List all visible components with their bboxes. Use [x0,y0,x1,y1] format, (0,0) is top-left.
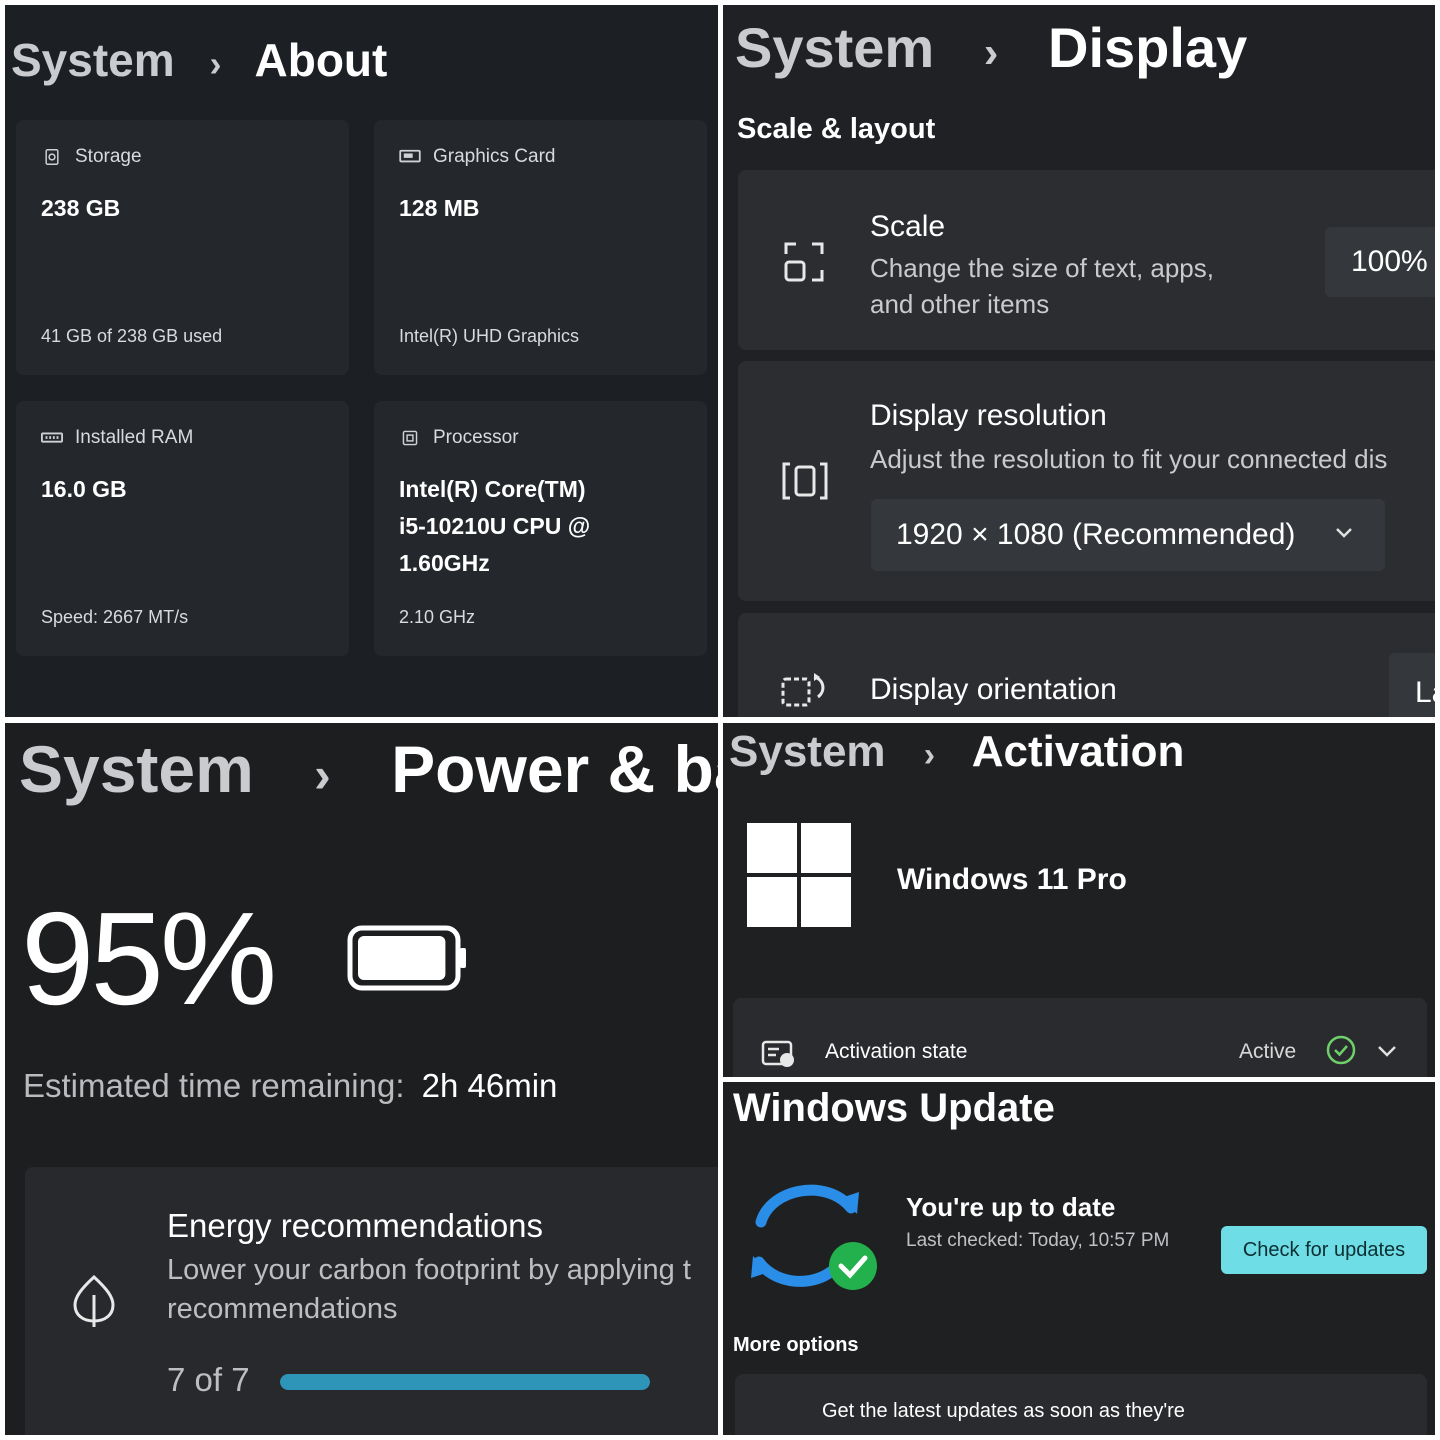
graphics-card-value: 128 MB [399,195,480,221]
chevron-right-icon: › [923,736,936,774]
energy-recommendations-row[interactable]: Energy recommendations Lower your carbon… [25,1167,718,1435]
activation-state-value: Active [1239,1040,1297,1063]
processor-value: Intel(R) Core(TM) i5-10210U CPU @ 1.60GH… [399,471,689,582]
breadcrumb: System › Activation [729,727,1184,777]
page-title: Display [1048,16,1248,79]
resolution-dropdown[interactable]: 1920 × 1080 (Recommended) [871,499,1385,571]
processor-value-line: Intel(R) Core(TM) [399,476,586,502]
breadcrumb-root[interactable]: System [735,16,934,79]
scale-icon [784,242,824,282]
resolution-desc: Adjust the resolution to fit your connec… [870,444,1388,474]
power-panel: System › Power & bat 95% Estimated time … [5,723,718,1435]
breadcrumb: System › Display [735,15,1247,80]
processor-icon [402,430,418,446]
activation-state-row[interactable]: Activation state Active [733,998,1427,1077]
estimated-time: Estimated time remaining: 2h 46min [23,1067,557,1105]
breadcrumb-root[interactable]: System [19,732,254,806]
scale-title: Scale [870,210,946,243]
orientation-icon [781,673,825,707]
breadcrumb-root[interactable]: System [11,34,175,86]
energy-title: Energy recommendations [167,1207,544,1244]
breadcrumb: System › Power & bat [19,731,718,807]
page-title: Windows Update [733,1086,1055,1130]
storage-sub: 41 GB of 238 GB used [41,326,223,346]
processor-label: Processor [433,427,519,448]
ram-icon [41,432,63,443]
battery-icon [347,925,466,991]
resolution-value: 1920 × 1080 (Recommended) [896,518,1296,551]
breadcrumb: System › About [11,33,387,87]
battery-percent: 95% [21,885,277,1032]
scale-row[interactable]: Scale Change the size of text, apps, and… [738,170,1435,350]
orientation-row[interactable]: Display orientation La [738,613,1435,717]
resolution-row[interactable]: Display resolution Adjust the resolution… [738,361,1435,601]
graphics-card-icon [399,149,421,163]
activation-panel: System › Activation Windows 11 Pro Activ… [723,723,1435,1077]
windows-logo-icon [747,823,851,927]
page-title: About [254,34,388,86]
scale-desc: Change the size of text, apps, and other… [870,253,1214,319]
windows-edition: Windows 11 Pro [897,863,1127,896]
estimated-time-label: Estimated time remaining: [23,1067,405,1104]
energy-progress-bar [280,1374,650,1390]
chevron-right-icon: › [314,747,331,803]
more-options-heading: More options [733,1334,859,1356]
ram-card: Installed RAM 16.0 GB Speed: 2667 MT/s [16,401,349,656]
section-heading: Scale & layout [737,113,936,145]
breadcrumb-root[interactable]: System [729,727,886,776]
update-panel: Windows Update You're up to date Last ch… [723,1082,1435,1435]
get-latest-updates-row[interactable]: Get the latest updates as soon as they'r… [735,1374,1427,1435]
graphics-card-sub: Intel(R) UHD Graphics [399,326,580,346]
ram-sub: Speed: 2667 MT/s [41,607,189,627]
page-title: Power & bat [391,732,718,806]
processor-value-line: 1.60GHz [399,550,490,576]
ram-label: Installed RAM [75,427,194,448]
estimated-time-value: 2h 46min [421,1067,558,1104]
storage-label: Storage [75,146,142,167]
last-checked: Last checked: Today, 10:57 PM [906,1230,1170,1251]
activation-state-label: Activation state [825,1040,968,1063]
graphics-card-card: Graphics Card 128 MB Intel(R) UHD Graphi… [374,120,707,375]
energy-desc: Lower your carbon footprint by applying … [167,1254,691,1325]
energy-progress-fill [280,1374,650,1390]
resolution-title: Display resolution [870,399,1107,432]
page-title: Activation [971,727,1185,776]
scale-dropdown[interactable]: 100% [1325,227,1435,297]
processor-sub: 2.10 GHz [399,607,476,627]
processor-card: Processor Intel(R) Core(TM) i5-10210U CP… [374,401,707,656]
chevron-right-icon: › [209,43,222,84]
sync-icon [751,1184,877,1290]
get-latest-updates-label: Get the latest updates as soon as they'r… [822,1400,1185,1422]
graphics-card-label: Graphics Card [433,146,556,167]
processor-value-line: i5-10210U CPU @ [399,513,591,539]
chevron-right-icon: › [983,28,999,77]
check-for-updates-button[interactable]: Check for updates [1221,1226,1427,1274]
resolution-icon [782,462,828,500]
check-circle-icon [1326,1035,1356,1065]
storage-value: 238 GB [41,195,121,221]
update-status: You're up to date [906,1192,1116,1222]
chevron-down-icon [1336,528,1352,538]
chevron-down-icon[interactable] [1377,1044,1397,1058]
storage-card: Storage 238 GB 41 GB of 238 GB used [16,120,349,375]
display-panel: System › Display Scale & layout Scale Ch… [723,5,1435,717]
progress-text: 7 of 7 [167,1361,250,1398]
about-panel: System › About Storage 238 GB 41 GB of 2… [5,5,718,717]
certificate-icon [761,1040,794,1067]
leaf-icon [73,1274,115,1327]
ram-value: 16.0 GB [41,476,127,502]
storage-icon [45,149,59,165]
orientation-title: Display orientation [870,673,1117,706]
orientation-dropdown[interactable]: La [1389,653,1435,717]
